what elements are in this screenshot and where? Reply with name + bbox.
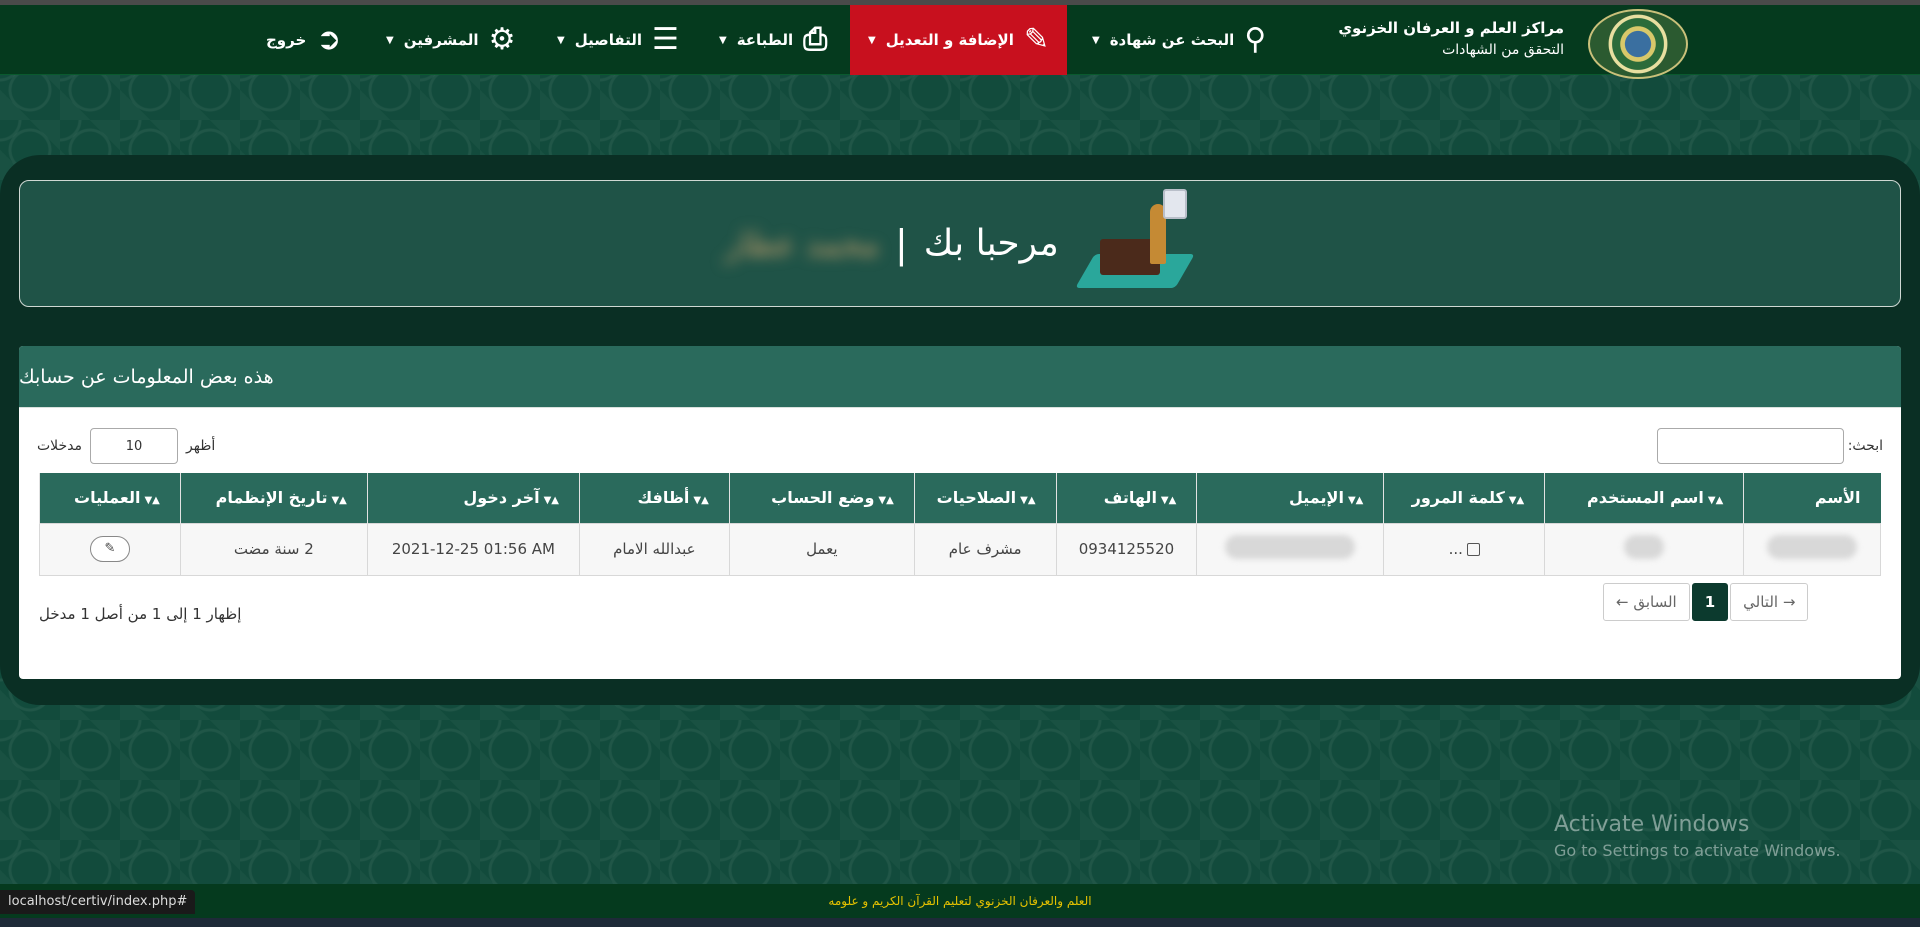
browser-status-url: localhost/certiv/index.php# [0, 890, 196, 914]
welcome-separator: | [894, 221, 908, 266]
nav-details[interactable]: ☰ التفاصيل ▼ [543, 5, 693, 75]
cell-actions: ✎ [39, 522, 181, 576]
column-header[interactable]: ▲▼اسم المستخدم [1544, 473, 1744, 523]
nav-label-details: التفاصيل [574, 31, 643, 49]
page-footer: العلم والعرفان الخزنوي لتعليم القرآن الك… [0, 884, 1920, 918]
watermark-line2: Go to Settings to activate Windows. [1554, 841, 1841, 860]
table-info: إظهار 1 إلى 1 من أصل 1 مدخل [39, 605, 242, 623]
show-password-checkbox[interactable] [1466, 543, 1480, 556]
watermark-line1: Activate Windows [1554, 812, 1750, 837]
search-label: ابحث: [1847, 438, 1883, 454]
edit-pencil-icon[interactable]: ✎ [89, 536, 130, 562]
column-header[interactable]: ▲▼الإيميل [1196, 473, 1384, 523]
welcome-user-name: محمد عطار [725, 224, 879, 263]
cell-added-by: عبدالله الامام [578, 522, 730, 576]
column-header[interactable]: ▲▼آخر دخول [366, 473, 580, 523]
search-input[interactable] [1656, 428, 1844, 464]
cell-last-login: 2021-12-25 01:56 AM [366, 522, 580, 576]
table-header-row: الأسم ▲▼اسم المستخدم ▲▼كلمة المرور ▲▼الإ… [39, 473, 1881, 523]
nav-print[interactable]: ⎙ الطباعة ▼ [705, 5, 841, 75]
brand-title: مراكز العلم و العرفان الخزنوي [1338, 19, 1564, 37]
entries-length: أظهر 10 مدخلات [37, 428, 215, 464]
cell-username [1544, 522, 1745, 576]
office-illustration [1075, 184, 1195, 304]
taskbar [0, 918, 1920, 927]
navbar: مراكز العلم و العرفان الخزنوي التحقق من … [0, 5, 1920, 79]
table-search: ابحث: [1656, 428, 1883, 464]
caret-down-icon: ▼ [1092, 34, 1100, 46]
column-header[interactable]: ▲▼وضع الحساب [728, 473, 915, 523]
pager-next-button[interactable]: التالي → [1730, 583, 1809, 621]
nav-label-search: البحث عن شهادة [1109, 31, 1235, 49]
caret-down-icon: ▼ [557, 34, 565, 46]
nav-label-add-edit: الإضافة و التعديل [885, 31, 1014, 49]
entries-select[interactable]: 10 [90, 428, 179, 464]
nav-label-logout: خروج [266, 31, 307, 49]
cell-phone: 0934125520 [1055, 522, 1198, 576]
caret-down-icon: ▼ [386, 34, 394, 46]
card-header: هذه بعض المعلومات عن حسابك [19, 346, 1901, 408]
entries-label: مدخلات [37, 438, 83, 454]
caret-down-icon: ▼ [867, 34, 876, 46]
printer-icon: ⎙ [803, 22, 828, 57]
caret-down-icon: ▼ [719, 34, 727, 46]
table-row: ... 0934125520 مشرف عام يعمل عبدالله الا… [39, 522, 1881, 576]
show-label: أظهر [186, 438, 216, 454]
column-header[interactable]: ▲▼كلمة المرور [1383, 473, 1545, 523]
nav-logout[interactable]: ➲ خروج [252, 5, 355, 75]
nav-label-supervisors: المشرفين [403, 31, 479, 49]
account-table: الأسم ▲▼اسم المستخدم ▲▼كلمة المرور ▲▼الإ… [39, 473, 1881, 576]
welcome-banner: مرحبا بك | محمد عطار [19, 180, 1901, 307]
pager-prev-button[interactable]: ← السابق [1603, 583, 1690, 621]
brand-logo[interactable] [1588, 9, 1688, 79]
nav-search-certificate[interactable]: ⚲ البحث عن شهادة ▼ [1078, 5, 1280, 75]
account-info-card: هذه بعض المعلومات عن حسابك ابحث: أظهر 10… [19, 346, 1901, 679]
column-header[interactable]: ▲▼تاريخ الإنظمام [179, 473, 368, 523]
pager-current-page[interactable]: 1 [1691, 583, 1729, 621]
gear-icon: ⚙ [488, 22, 516, 57]
brand-subtitle: التحقق من الشهادات [1442, 42, 1564, 58]
cell-password: ... [1383, 522, 1546, 576]
cell-status: يعمل [728, 522, 915, 576]
nav-supervisors[interactable]: ⚙ المشرفين ▼ [372, 5, 529, 75]
column-header[interactable]: ▲▼الصلاحيات [913, 473, 1057, 523]
cell-email [1196, 522, 1385, 576]
pagination: ← السابق 1 التالي → [1603, 583, 1809, 621]
logout-icon: ➲ [316, 22, 342, 57]
column-header[interactable]: ▲▼العمليات [39, 473, 181, 523]
windows-activation-watermark: Activate Windows Go to Settings to activ… [1554, 812, 1841, 860]
list-icon: ☰ [652, 22, 679, 57]
nav-add-edit[interactable]: ✎ الإضافة و التعديل ▼ [850, 5, 1067, 75]
column-header[interactable]: ▲▼أظافك [578, 473, 730, 523]
column-header[interactable]: ▲▼الهاتف [1055, 473, 1197, 523]
column-header[interactable]: الأسم [1743, 473, 1881, 523]
cell-name [1743, 522, 1881, 576]
cell-role: مشرف عام [913, 522, 1057, 576]
nav-label-print: الطباعة [736, 31, 794, 49]
welcome-title: مرحبا بك [923, 223, 1059, 264]
cell-joined: 2 سنة مضت [179, 522, 368, 576]
brand-text: مراكز العلم و العرفان الخزنوي التحقق من … [1338, 17, 1564, 61]
edit-square-icon: ✎ [1023, 22, 1050, 57]
magnifier-minus-icon: ⚲ [1244, 22, 1267, 57]
